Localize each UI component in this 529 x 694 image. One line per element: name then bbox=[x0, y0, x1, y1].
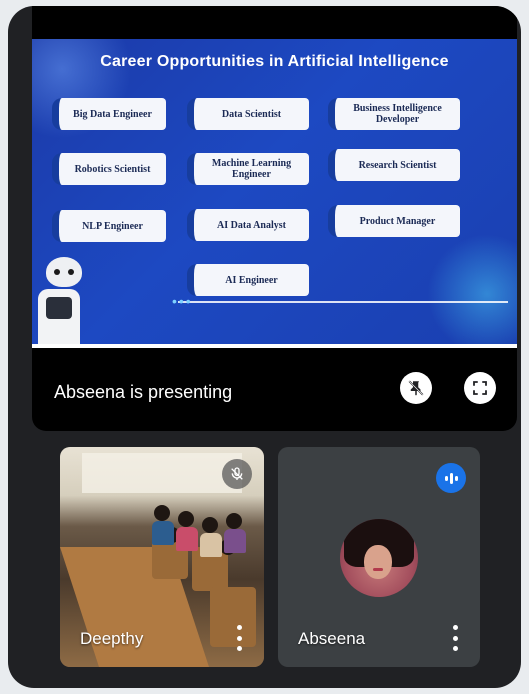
participant-name: Abseena bbox=[298, 629, 366, 648]
robot-illustration bbox=[46, 257, 82, 287]
participant-tile-abseena[interactable]: Abseena bbox=[278, 447, 480, 667]
career-item: AI Engineer bbox=[187, 264, 309, 296]
career-item: Robotics Scientist bbox=[52, 153, 166, 185]
career-item: Product Manager bbox=[328, 205, 460, 237]
participant-name: Deepthy bbox=[80, 629, 144, 648]
speaking-indicator-icon bbox=[436, 463, 466, 493]
pin-off-icon bbox=[408, 380, 424, 396]
career-item: Big Data Engineer bbox=[52, 98, 166, 130]
career-item: Data Scientist bbox=[187, 98, 309, 130]
meeting-screen: Career Opportunities in Artificial Intel… bbox=[8, 6, 521, 688]
participant-tile-deepthy[interactable]: Deepthy bbox=[60, 447, 264, 667]
mic-off-badge bbox=[222, 459, 252, 489]
slide-divider bbox=[178, 301, 508, 303]
career-item: Research Scientist bbox=[328, 149, 460, 181]
slide-bottom-strip bbox=[32, 344, 517, 348]
more-vert-icon bbox=[236, 625, 242, 630]
career-item: NLP Engineer bbox=[52, 210, 166, 242]
presenting-status: Abseena is presenting bbox=[54, 382, 233, 402]
career-item: AI Data Analyst bbox=[187, 209, 309, 241]
career-item: Business Intelligence Developer bbox=[328, 98, 460, 130]
participant-menu-button[interactable] bbox=[452, 625, 458, 651]
slide-glow-decoration bbox=[427, 234, 517, 344]
fullscreen-icon bbox=[473, 381, 487, 395]
slide-dots-decoration: ••• bbox=[172, 293, 193, 309]
fullscreen-button[interactable] bbox=[464, 372, 496, 404]
shared-slide: Career Opportunities in Artificial Intel… bbox=[32, 39, 517, 344]
presenting-bar: Abseena is presenting bbox=[32, 358, 517, 418]
unpin-button[interactable] bbox=[400, 372, 432, 404]
participant-menu-button[interactable] bbox=[236, 625, 242, 651]
presentation-stage[interactable]: Career Opportunities in Artificial Intel… bbox=[32, 6, 517, 431]
avatar bbox=[340, 519, 418, 597]
robot-illustration bbox=[38, 289, 80, 344]
career-item: Machine Learning Engineer bbox=[187, 153, 309, 185]
mic-off-icon bbox=[231, 467, 243, 480]
more-vert-icon bbox=[452, 625, 458, 630]
slide-title: Career Opportunities in Artificial Intel… bbox=[100, 53, 449, 70]
